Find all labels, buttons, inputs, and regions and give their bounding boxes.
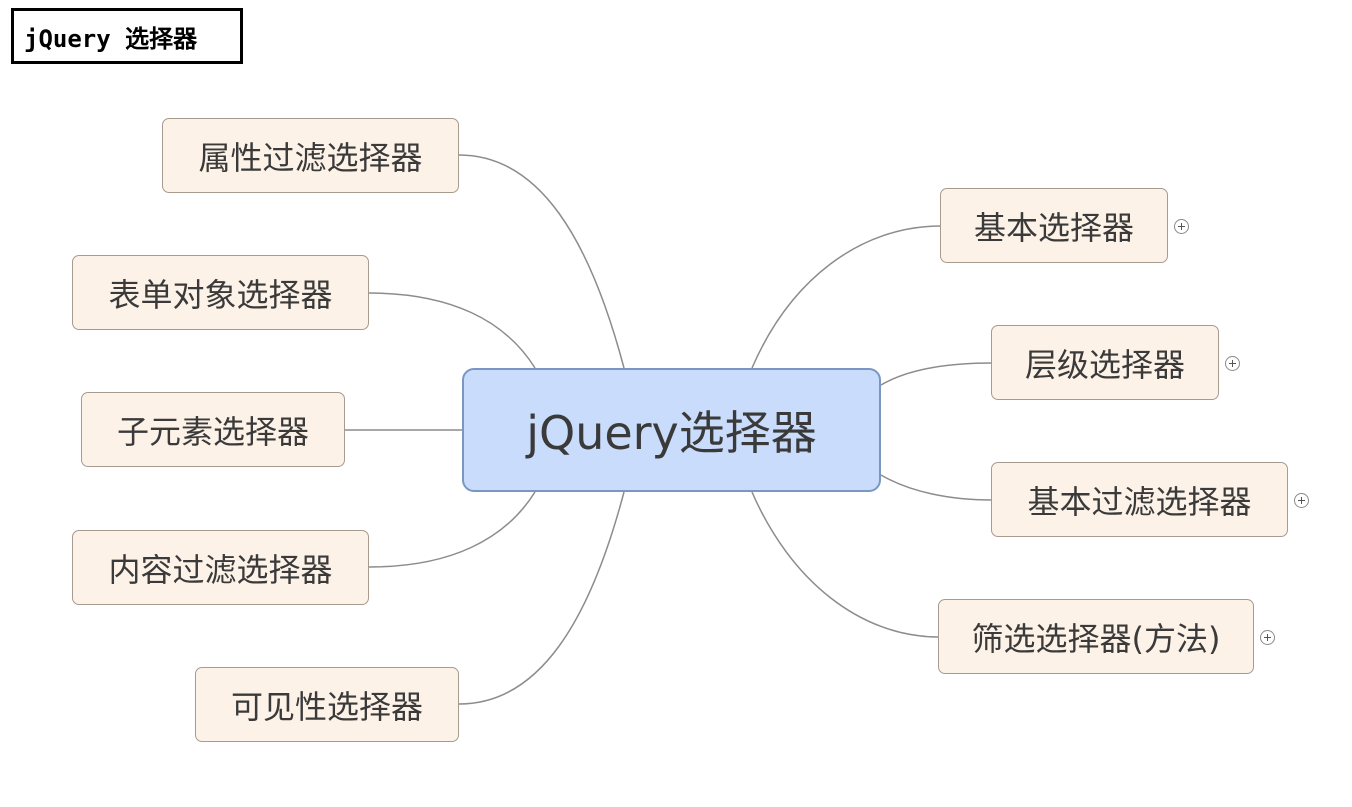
node-basic-filter-selector[interactable]: 基本过滤选择器 [991, 462, 1288, 537]
connector-基本过滤选择器 [880, 474, 993, 501]
node-filter-method-selector[interactable]: 筛选选择器(方法) [938, 599, 1254, 674]
connector-筛选选择器 [751, 491, 940, 638]
node-form-object-selector[interactable]: 表单对象选择器 [72, 255, 369, 330]
expand-hierarchy-selector-icon[interactable] [1225, 356, 1240, 371]
node-hierarchy-selector[interactable]: 层级选择器 [991, 325, 1219, 400]
expand-filter-method-selector-icon[interactable] [1260, 630, 1275, 645]
expand-basic-selector-icon[interactable] [1174, 219, 1189, 234]
central-topic[interactable]: jQuery选择器 [462, 368, 881, 492]
expand-basic-filter-selector-icon[interactable] [1294, 493, 1309, 508]
connector-内容过滤选择器 [368, 491, 536, 568]
connector-可见性选择器 [458, 491, 625, 705]
connector-层级选择器 [880, 362, 993, 386]
node-basic-selector[interactable]: 基本选择器 [940, 188, 1168, 263]
connector-基本选择器 [751, 225, 942, 369]
node-content-filter-selector[interactable]: 内容过滤选择器 [72, 530, 369, 605]
node-attribute-filter-selector[interactable]: 属性过滤选择器 [162, 118, 459, 193]
node-visibility-selector[interactable]: 可见性选择器 [195, 667, 459, 742]
connector-属性过滤选择器 [458, 154, 625, 369]
node-child-element-selector[interactable]: 子元素选择器 [81, 392, 345, 467]
connector-表单对象选择器 [368, 292, 536, 369]
